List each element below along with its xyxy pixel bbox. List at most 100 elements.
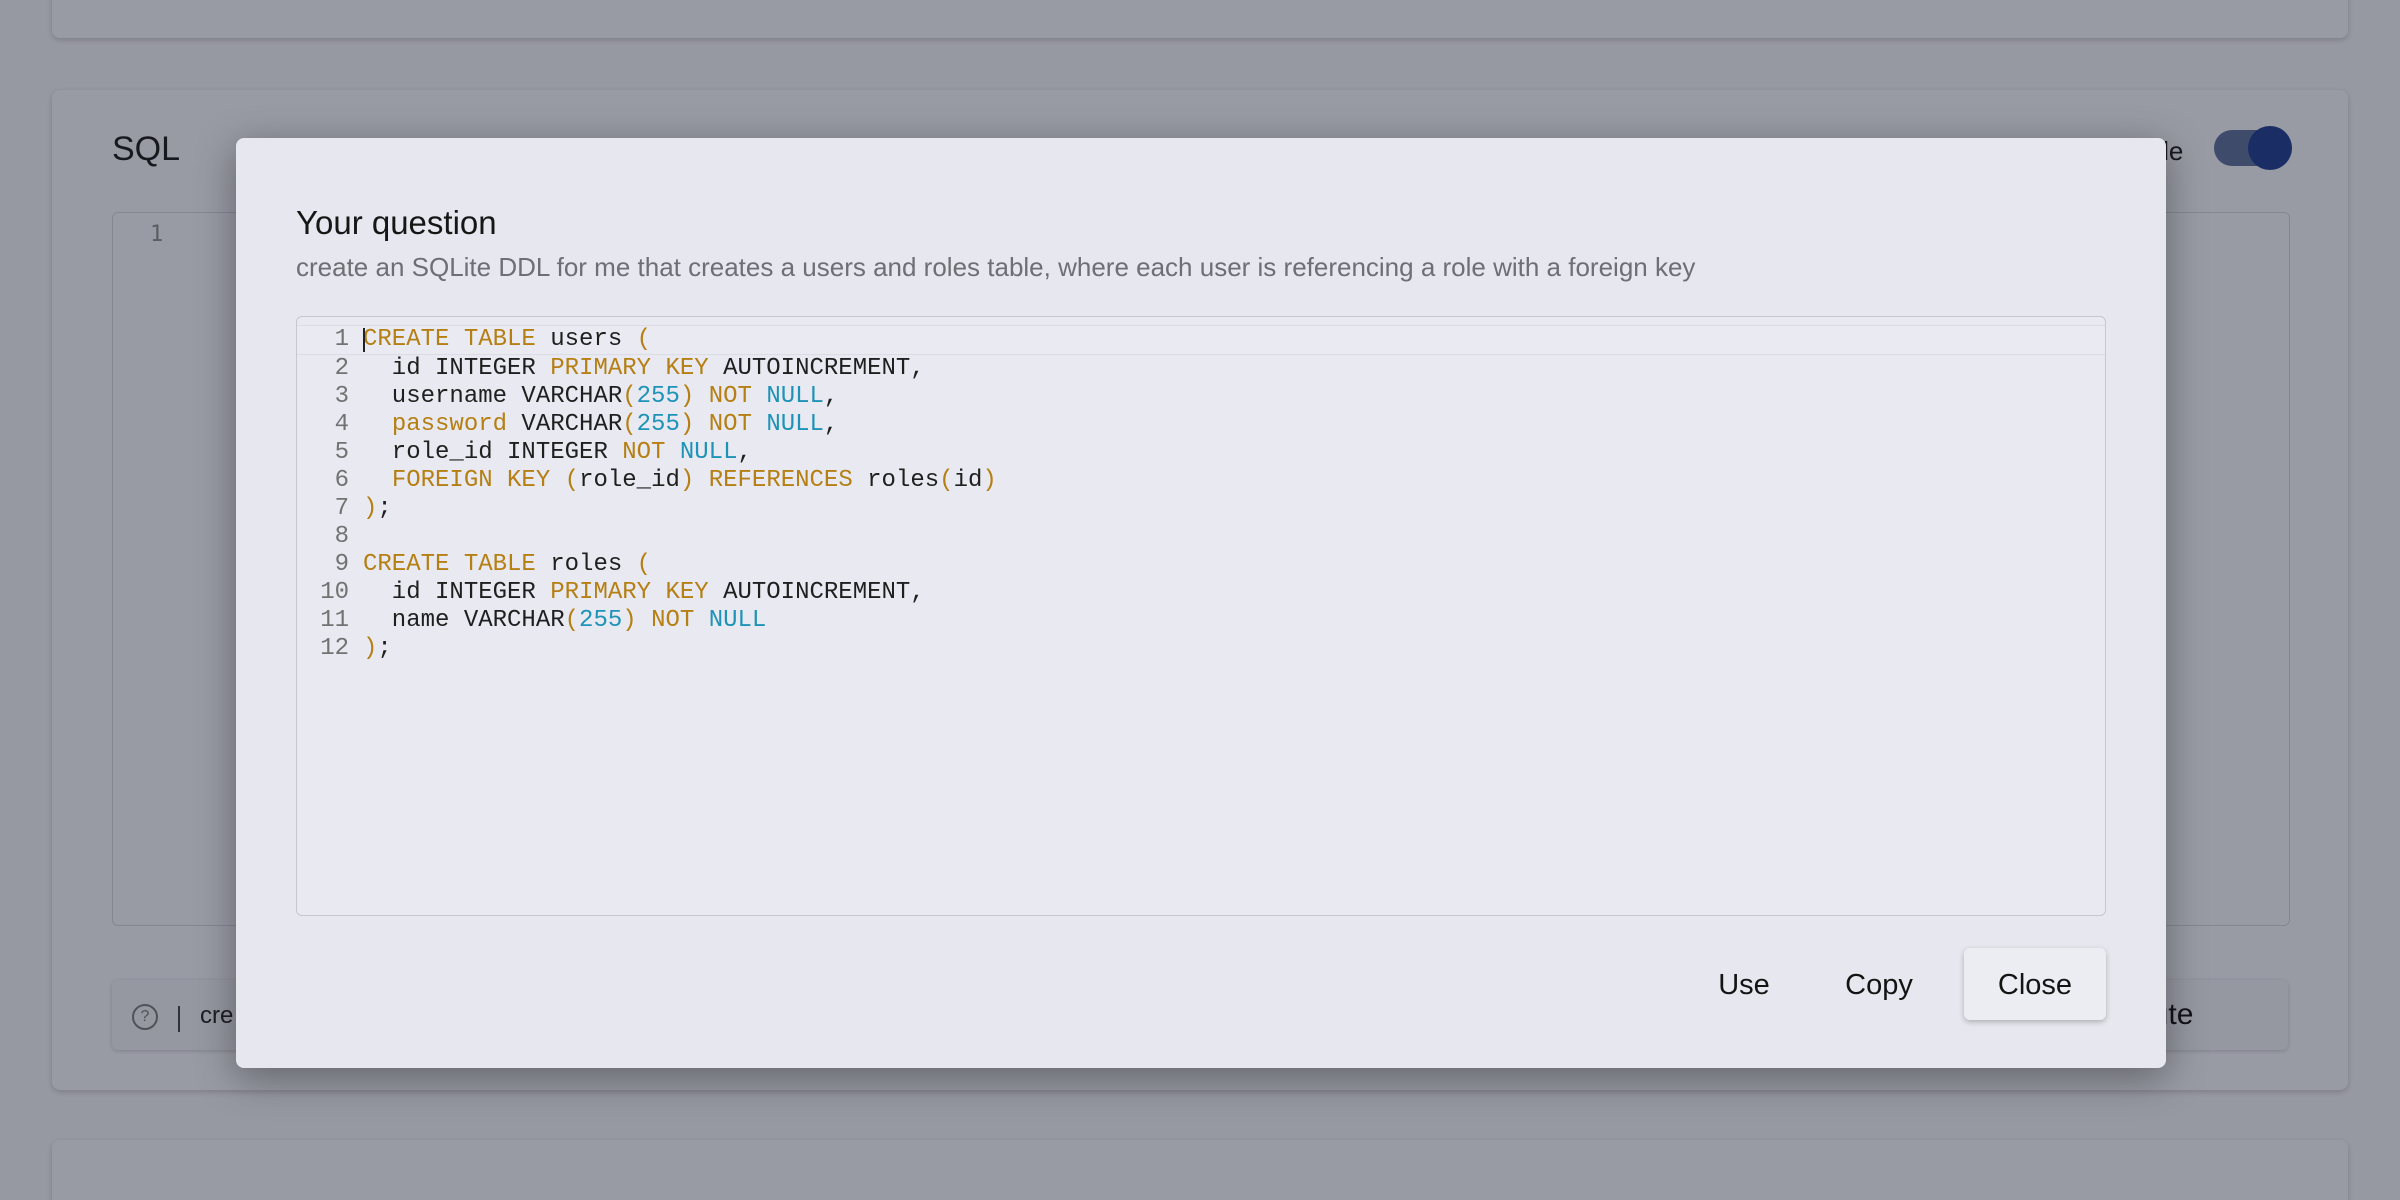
code-text: CREATE TABLE users ( <box>363 326 651 354</box>
code-token: CREATE TABLE <box>363 551 536 578</box>
code-token: PRIMARY KEY <box>550 355 709 382</box>
copy-button[interactable]: Copy <box>1826 948 1932 1020</box>
line-number: 8 <box>334 523 349 550</box>
code-token: NOT <box>622 439 666 466</box>
code-token: ( <box>564 467 580 494</box>
line-number: 7 <box>334 495 349 522</box>
code-text: username VARCHAR(255) NOT NULL, <box>363 383 839 411</box>
code-text: ); <box>363 495 392 523</box>
code-token: ( <box>564 607 580 634</box>
code-token: NOT <box>651 607 695 634</box>
code-token: , <box>737 439 752 466</box>
code-token: ( <box>622 383 637 410</box>
code-token: , <box>823 383 839 410</box>
code-token: NOT <box>708 411 752 438</box>
code-line: 5 role_id INTEGER NOT NULL, <box>297 439 2105 467</box>
code-token: name VARCHAR <box>363 607 565 634</box>
line-number: 3 <box>334 383 349 410</box>
line-number: 10 <box>320 579 349 606</box>
code-text: role_id INTEGER NOT NULL, <box>363 439 752 467</box>
code-token: ) <box>679 383 695 410</box>
code-token: role_id <box>579 467 680 494</box>
code-token: username VARCHAR <box>363 383 623 410</box>
code-token: CREATE TABLE <box>363 326 536 353</box>
code-token: 255 <box>636 383 680 410</box>
code-token: ( <box>939 467 954 494</box>
code-text: id INTEGER PRIMARY KEY AUTOINCREMENT, <box>363 579 925 607</box>
code-text: ); <box>363 635 392 663</box>
ai-answer-modal: Your question create an SQLite DDL for m… <box>236 138 2166 1068</box>
code-token: id <box>953 467 983 494</box>
code-token: password <box>391 411 508 438</box>
code-text: FOREIGN KEY (role_id) REFERENCES roles(i… <box>363 467 997 495</box>
modal-title: Your question <box>296 204 497 241</box>
code-line: 3 username VARCHAR(255) NOT NULL, <box>297 383 2105 411</box>
code-token: id INTEGER <box>363 355 551 382</box>
code-token: ( <box>636 326 652 353</box>
code-text: password VARCHAR(255) NOT NULL, <box>363 411 839 439</box>
code-token: VARCHAR <box>507 411 623 438</box>
code-token: roles <box>852 467 940 494</box>
code-token: ) <box>982 467 997 494</box>
close-button[interactable]: Close <box>1964 948 2106 1020</box>
modal-question-text: create an SQLite DDL for me that creates… <box>296 252 1696 282</box>
code-line: 7); <box>297 495 2105 523</box>
code-token: users <box>535 326 637 353</box>
page: SQL ode 1 ? cre ecute Your question crea… <box>0 0 2400 1200</box>
line-number: 1 <box>334 326 349 353</box>
code-token: ) <box>363 635 378 662</box>
code-line: 8 <box>297 523 2105 551</box>
code-token: ) <box>679 411 695 438</box>
code-token: ) <box>679 467 695 494</box>
code-token: ; <box>377 635 392 662</box>
code-token: NULL <box>679 439 738 466</box>
code-line: 10 id INTEGER PRIMARY KEY AUTOINCREMENT, <box>297 579 2105 607</box>
code-token: AUTOINCREMENT, <box>708 579 925 606</box>
code-line: 11 name VARCHAR(255) NOT NULL <box>297 607 2105 635</box>
code-token: role_id INTEGER <box>363 439 623 466</box>
text-cursor <box>363 328 365 352</box>
code-token: 255 <box>636 411 680 438</box>
code-token: , <box>823 411 839 438</box>
code-token: REFERENCES <box>708 467 853 494</box>
use-button[interactable]: Use <box>1696 948 1792 1020</box>
code-line: 4 password VARCHAR(255) NOT NULL, <box>297 411 2105 439</box>
code-token: FOREIGN KEY <box>391 467 551 494</box>
code-line: 12); <box>297 635 2105 663</box>
code-token: 255 <box>579 607 623 634</box>
code-token: id INTEGER <box>363 579 551 606</box>
code-token: NULL <box>708 607 767 634</box>
code-token: PRIMARY KEY <box>550 579 709 606</box>
line-number: 4 <box>334 411 349 438</box>
code-text: id INTEGER PRIMARY KEY AUTOINCREMENT, <box>363 355 925 383</box>
code-text: CREATE TABLE roles ( <box>363 551 651 579</box>
code-token: roles <box>535 551 637 578</box>
line-number: 2 <box>334 355 349 382</box>
code-line: 2 id INTEGER PRIMARY KEY AUTOINCREMENT, <box>297 355 2105 383</box>
code-line: 6 FOREIGN KEY (role_id) REFERENCES roles… <box>297 467 2105 495</box>
code-token: ( <box>636 551 652 578</box>
code-token: ) <box>622 607 637 634</box>
code-token: NULL <box>766 411 824 438</box>
line-number: 11 <box>320 607 349 634</box>
line-number: 9 <box>334 551 349 578</box>
code-token: ( <box>622 411 637 438</box>
code-token: NOT <box>708 383 752 410</box>
code-text: name VARCHAR(255) NOT NULL <box>363 607 767 635</box>
code-token: NULL <box>766 383 824 410</box>
generated-sql-editor[interactable]: 1 CREATE TABLE users (2 id INTEGER PRIMAR… <box>296 316 2106 916</box>
code-line: 1 CREATE TABLE users ( <box>297 325 2105 355</box>
line-number: 6 <box>334 467 349 494</box>
code-token: AUTOINCREMENT, <box>708 355 925 382</box>
line-number: 5 <box>334 439 349 466</box>
